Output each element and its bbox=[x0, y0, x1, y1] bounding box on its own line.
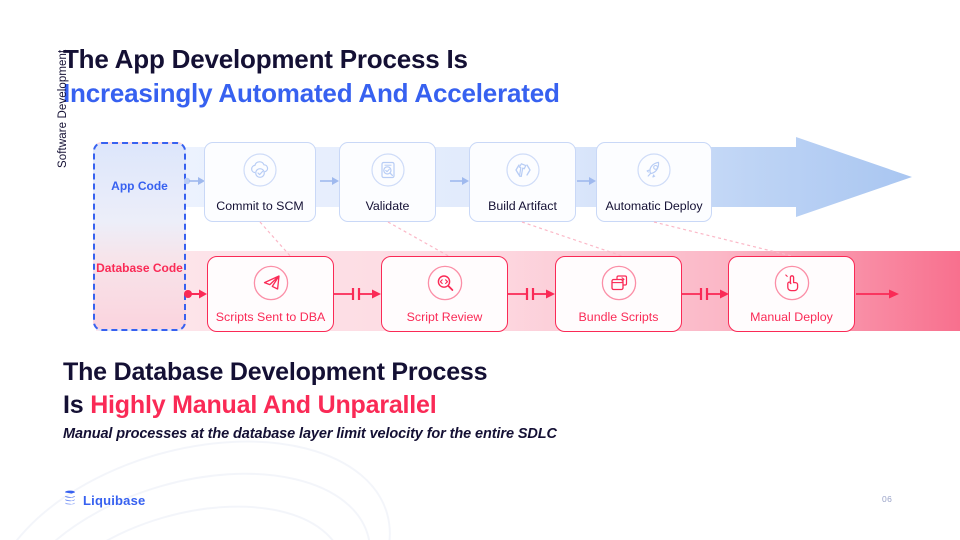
app-step-card-0[interactable]: Commit to SCM bbox=[204, 142, 316, 222]
app-step-label-1: Validate bbox=[365, 199, 410, 213]
title-bottom-prefix: Is bbox=[63, 391, 91, 419]
stacked-windows-icon bbox=[601, 265, 637, 306]
slide-root: The App Development Process Is Increasin… bbox=[0, 0, 960, 540]
brand-logo: Liquibase bbox=[63, 490, 145, 511]
hand-click-icon bbox=[774, 265, 810, 306]
page-title-bottom: The Database Development Process Is High… bbox=[63, 356, 883, 442]
db-step-label-3: Manual Deploy bbox=[750, 310, 833, 324]
axis-label-software-development: Software Development bbox=[57, 49, 69, 168]
paper-plane-icon bbox=[253, 265, 289, 306]
code-source-box: App Code Database Code bbox=[93, 142, 186, 331]
app-step-card-2[interactable]: Build Artifact bbox=[469, 142, 576, 222]
app-connector-2 bbox=[450, 177, 469, 185]
rocket-icon bbox=[637, 153, 671, 192]
title-bottom-highlight: Highly Manual And Unparallel bbox=[90, 391, 437, 419]
db-step-label-2: Bundle Scripts bbox=[578, 310, 659, 324]
app-step-label-0: Commit to SCM bbox=[216, 199, 304, 213]
document-check-icon bbox=[370, 153, 405, 192]
db-connector-1-blocked bbox=[334, 288, 381, 300]
app-connector-3 bbox=[577, 177, 596, 185]
database-code-label: Database Code bbox=[96, 261, 183, 275]
db-step-card-3[interactable]: Manual Deploy bbox=[728, 256, 855, 332]
code-hammer-icon bbox=[505, 153, 540, 192]
db-connector-3-blocked bbox=[682, 288, 729, 300]
page-number: 06 bbox=[882, 494, 893, 504]
app-connector-1 bbox=[320, 177, 339, 185]
app-step-card-1[interactable]: Validate bbox=[339, 142, 436, 222]
app-connector-0 bbox=[184, 177, 205, 185]
brand-name: Liquibase bbox=[83, 493, 146, 508]
title-bottom-line2: Is Highly Manual And Unparallel bbox=[63, 389, 883, 422]
db-step-card-2[interactable]: Bundle Scripts bbox=[555, 256, 682, 332]
db-connector-2-blocked bbox=[508, 288, 555, 300]
app-code-label: App Code bbox=[111, 179, 168, 193]
magnifier-code-icon bbox=[427, 265, 463, 306]
app-step-card-3[interactable]: Automatic Deploy bbox=[596, 142, 712, 222]
app-step-label-3: Automatic Deploy bbox=[605, 199, 703, 213]
db-step-label-1: Script Review bbox=[406, 310, 483, 324]
title-top-line1: The App Development Process Is bbox=[63, 44, 468, 74]
page-title-top: The App Development Process Is Increasin… bbox=[63, 42, 823, 110]
subtitle: Manual processes at the database layer l… bbox=[63, 426, 557, 442]
db-connector-0 bbox=[184, 289, 207, 299]
liquibase-logo-icon bbox=[63, 490, 78, 511]
db-step-card-1[interactable]: Script Review bbox=[381, 256, 508, 332]
db-step-card-0[interactable]: Scripts Sent to DBA bbox=[207, 256, 334, 332]
db-step-label-0: Scripts Sent to DBA bbox=[215, 310, 326, 324]
db-flow-end-arrow bbox=[856, 289, 899, 299]
title-bottom-line1: The Database Development Process bbox=[63, 358, 488, 386]
cloud-check-icon bbox=[243, 153, 277, 192]
title-top-line2: Increasingly Automated And Accelerated bbox=[63, 78, 560, 108]
app-step-label-2: Build Artifact bbox=[488, 199, 557, 213]
